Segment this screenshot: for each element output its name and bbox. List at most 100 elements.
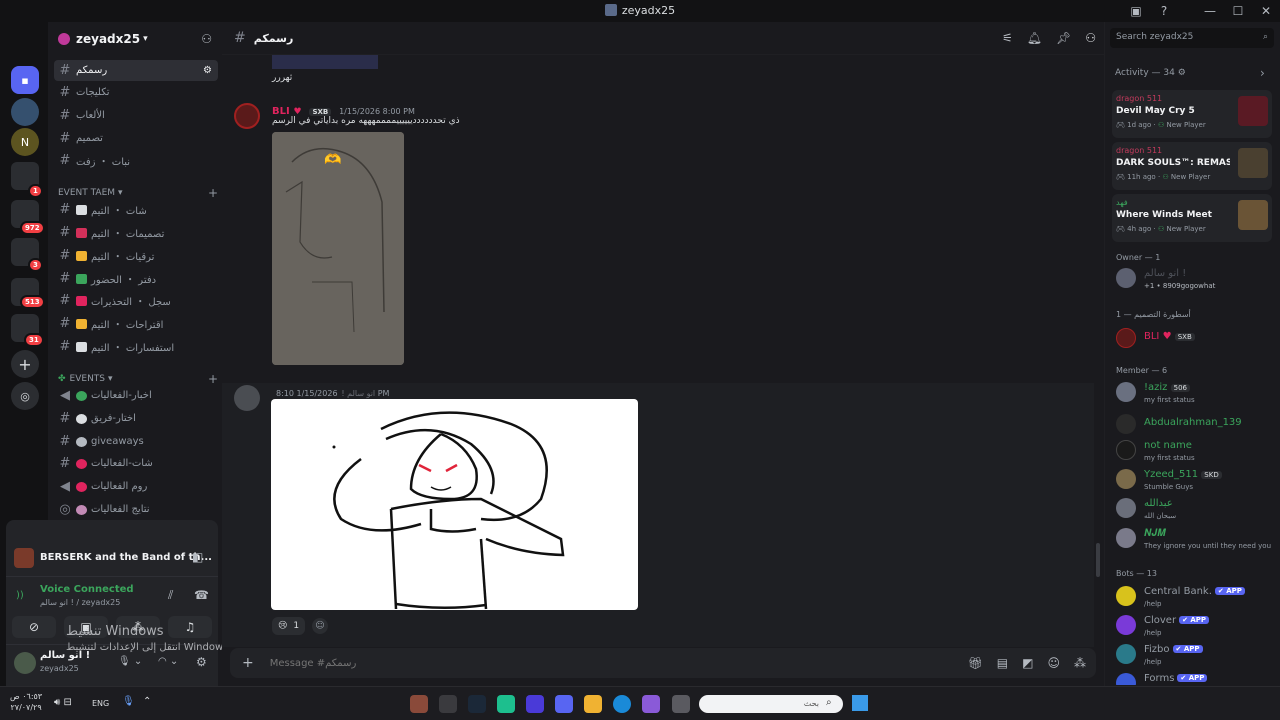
explorer-icon[interactable] <box>584 695 602 713</box>
start-icon[interactable] <box>852 695 868 711</box>
channel-item[interactable]: ◀ اخبار-الفعاليات <box>54 385 218 406</box>
server-icon[interactable] <box>11 98 39 126</box>
member-item[interactable]: 𝑵𝑱𝑴 They ignore you until they need you <box>1114 526 1276 554</box>
category-header[interactable]: EVENT TAEM ▾ + <box>58 186 218 200</box>
app-icon[interactable] <box>439 695 457 713</box>
discord-icon[interactable] <box>555 695 573 713</box>
discover-icon[interactable]: ◎ <box>11 382 39 410</box>
channel-item[interactable]: ◎ نتايج الفعاليات <box>54 499 218 520</box>
channel-item[interactable]: # giveaways <box>54 431 218 452</box>
copilot-icon[interactable] <box>642 695 660 713</box>
attachment-photo[interactable]: 🫶 <box>272 132 404 365</box>
camera-button[interactable]: ⊘ <box>12 616 56 638</box>
inbox-icon[interactable]: ▣ <box>1122 4 1150 18</box>
edge-icon[interactable] <box>613 695 631 713</box>
threads-icon[interactable]: ⚟ <box>1002 31 1013 45</box>
member-item[interactable]: !aziz 506 my first status <box>1114 380 1276 408</box>
chevron-right-icon[interactable]: › <box>1260 66 1265 80</box>
invite-icon[interactable]: ⚇ <box>201 32 212 46</box>
signal-icon[interactable]: )) <box>16 590 24 601</box>
user-settings-icon[interactable]: ⚙ <box>196 655 207 669</box>
member-item[interactable]: Forms ✔ APP <box>1114 671 1276 685</box>
avatar[interactable] <box>234 385 260 411</box>
username[interactable]: انو سالم ! <box>341 389 375 398</box>
channel-item[interactable]: # سجل ・ التحذيرات <box>54 290 218 311</box>
member-item[interactable]: Central Bank. ✔ APP/help <box>1114 584 1276 612</box>
app-icon[interactable] <box>526 695 544 713</box>
channel-item[interactable]: # شات ・ التيم <box>54 199 218 220</box>
mic-tray-icon[interactable]: 🎙︎ <box>122 696 135 707</box>
microphone-icon[interactable]: 🎙︎ ⌄ <box>118 656 142 667</box>
channel-item[interactable]: # اقتراحات ・ التيم <box>54 313 218 334</box>
sticker-icon[interactable]: ◩ <box>1022 656 1033 670</box>
dm-icon[interactable]: ▪ <box>11 66 39 94</box>
app-icon[interactable] <box>497 695 515 713</box>
member-item[interactable]: Abdualrahman_139 <box>1114 412 1276 440</box>
voice-status[interactable]: Voice Connected <box>40 584 134 595</box>
help-icon[interactable]: ? <box>1150 4 1178 18</box>
tray-icons[interactable]: 🔊︎ ⊟ <box>54 697 72 708</box>
channel-item[interactable]: # ترقيات ・ التيم <box>54 245 218 266</box>
member-item[interactable]: Fizbo ✔ APP/help <box>1114 642 1276 670</box>
soundboard-button[interactable]: ♫ <box>168 616 212 638</box>
add-reaction-icon[interactable]: ☺ <box>312 618 328 634</box>
member-item[interactable]: Yzeed_511 SKD Stumble Guys <box>1114 467 1276 495</box>
app-icon[interactable] <box>410 695 428 713</box>
add-channel-icon[interactable]: + <box>208 372 218 386</box>
activity-card[interactable]: فهد Where Winds Meet 🎮︎ 4h ago · ⚇ New Pl… <box>1112 194 1272 242</box>
member-item[interactable]: not name my first status <box>1114 438 1276 466</box>
noise-suppression-icon[interactable]: ⫽ <box>168 588 173 603</box>
activity-name[interactable]: BERSERK and the Band of th... <box>40 552 212 563</box>
channel-item[interactable]: # نبات ・ زفت <box>54 150 218 171</box>
activity-icon[interactable]: ◧ <box>192 550 203 564</box>
upload-icon[interactable]: + <box>242 655 254 671</box>
avatar[interactable] <box>234 103 260 129</box>
member-item[interactable]: عبدالله سبحان الله <box>1114 496 1276 524</box>
activity-card[interactable]: dragon 511DARK SOULS™: REMASTE... 🎮︎ 11h… <box>1112 142 1272 190</box>
server-icon[interactable]: N <box>11 128 39 156</box>
maximize-button[interactable]: ☐ <box>1224 4 1252 18</box>
previous-image[interactable] <box>272 55 378 69</box>
headphones-icon[interactable]: ◠ ⌄ <box>158 656 178 667</box>
pin-icon[interactable]: 📌︎ <box>1056 31 1071 45</box>
channel-item[interactable]: # رسمكم ⚙ <box>54 60 218 81</box>
server-header[interactable]: zeyadx25 ▾ ⚇ <box>48 22 222 55</box>
disconnect-icon[interactable]: ☎ <box>194 588 209 602</box>
channel-item[interactable]: # استفسارات ・ التيم <box>54 336 218 357</box>
channel-item[interactable]: # اختار-فريق <box>54 408 218 429</box>
search-input[interactable]: Search zeyadx25 ⌕ <box>1110 28 1274 48</box>
steam-icon[interactable] <box>468 695 486 713</box>
attachment-drawing[interactable] <box>271 399 638 610</box>
apps-icon[interactable]: ⁂ <box>1074 656 1086 670</box>
minimize-button[interactable]: — <box>1196 4 1224 18</box>
settings-icon[interactable]: ⚙ <box>203 65 212 76</box>
channel-item[interactable]: # شات-الفعاليات <box>54 453 218 474</box>
gift-icon[interactable]: 🎁︎ <box>968 656 983 670</box>
members-icon[interactable]: ⚇ <box>1085 31 1096 45</box>
gif-icon[interactable]: ▤ <box>997 656 1008 670</box>
taskbar-search[interactable]: بحث <box>699 695 843 713</box>
add-channel-icon[interactable]: + <box>208 186 218 200</box>
member-item[interactable]: BLI ♥ SXB <box>1114 326 1276 354</box>
channel-item[interactable]: # الألعاب <box>54 105 218 126</box>
message-input[interactable] <box>269 657 930 669</box>
tray-overflow-icon[interactable]: ⌃ <box>143 696 151 707</box>
member-item[interactable]: انو سالم ! +1 • 8909gogowhat <box>1114 266 1276 294</box>
language-indicator[interactable]: ENG <box>92 699 109 708</box>
emoji-icon[interactable]: ☺ <box>1047 656 1060 670</box>
channel-item[interactable]: # تصميم <box>54 128 218 149</box>
clock[interactable]: ٠٦:٥٣ ص ٢٧/٠٧/٢٩ <box>10 691 42 713</box>
activity-card[interactable]: dragon 511 Devil May Cry 5 🎮︎ 1d ago · ⚇ … <box>1112 90 1272 138</box>
app-icon[interactable] <box>672 695 690 713</box>
avatar[interactable] <box>14 652 36 674</box>
category-header[interactable]: ✤ EVENTS ▾ + <box>58 372 218 386</box>
reaction-button[interactable]: 😢 1 <box>272 617 306 635</box>
add-server-icon[interactable]: + <box>11 350 39 378</box>
bell-icon[interactable]: 🔔︎ <box>1027 31 1042 45</box>
close-button[interactable]: ✕ <box>1252 4 1280 18</box>
member-item[interactable]: Clover ✔ APP/help <box>1114 613 1276 641</box>
channel-item[interactable]: ◀ روم الفعاليات <box>54 476 218 497</box>
channel-item[interactable]: # دفتر ・ الحضور <box>54 268 218 289</box>
channel-item[interactable]: # تصميمات ・ التيم <box>54 222 218 243</box>
channel-item[interactable]: # تكليجات <box>54 82 218 103</box>
